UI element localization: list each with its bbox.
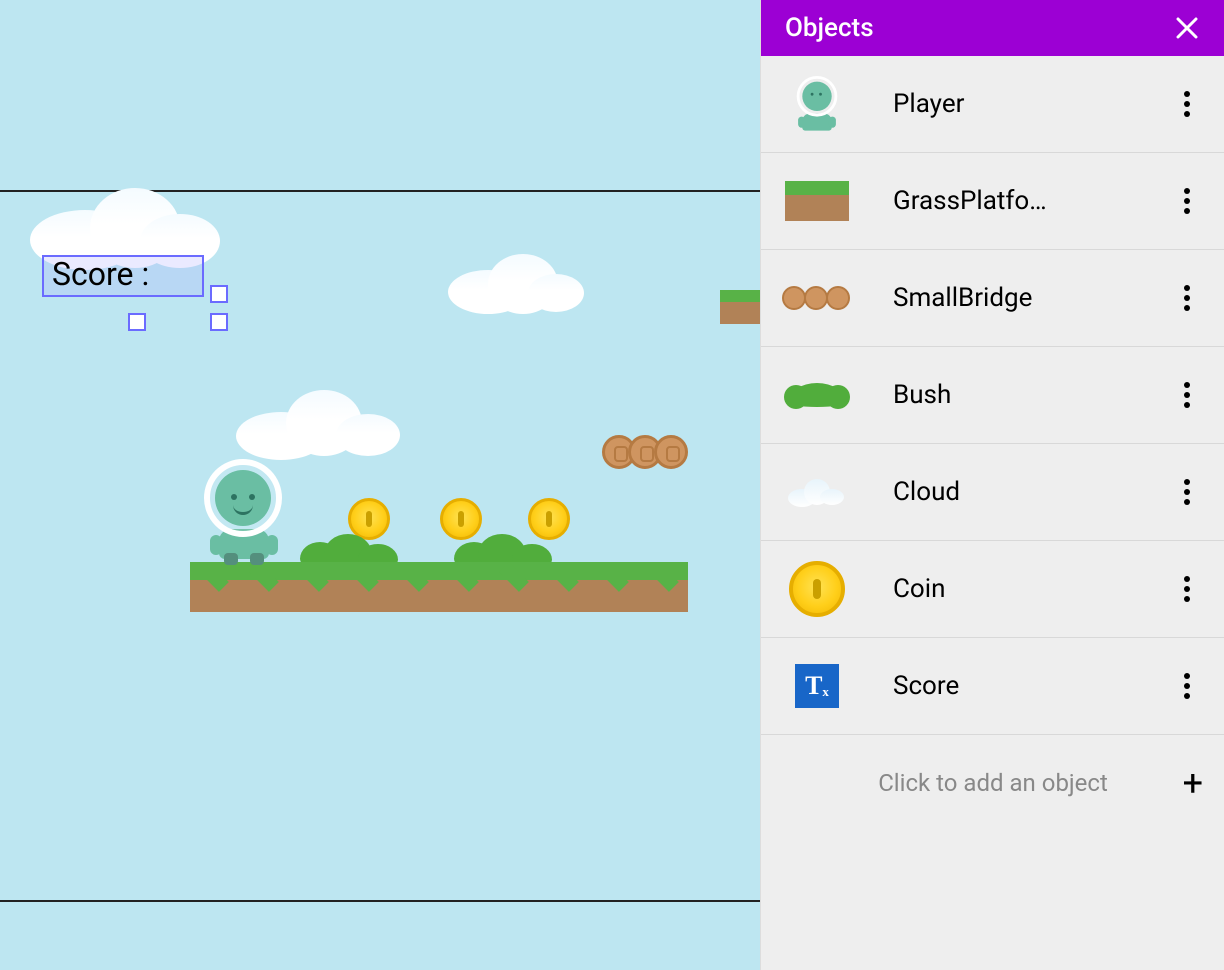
cloud[interactable]: [236, 386, 406, 466]
object-row-smallbridge[interactable]: SmallBridge: [761, 250, 1224, 347]
camera-frame-bottom: [0, 900, 760, 902]
kebab-menu-icon[interactable]: [1167, 375, 1207, 415]
grass-platform-icon: [781, 165, 853, 237]
object-label: Cloud: [893, 477, 1167, 507]
player[interactable]: [204, 459, 294, 563]
score-label: Score :: [52, 255, 149, 293]
small-bridge-icon: [781, 262, 853, 334]
object-label: GrassPlatfo…: [893, 186, 1167, 216]
object-row-cloud[interactable]: Cloud: [761, 444, 1224, 541]
text-object-icon: Tx: [781, 650, 853, 722]
add-object-label: Click to add an object: [878, 769, 1108, 797]
resize-handle[interactable]: [210, 313, 228, 331]
coin-icon: [781, 553, 853, 625]
plus-icon: +: [1183, 762, 1203, 804]
object-label: SmallBridge: [893, 283, 1167, 313]
add-object-button[interactable]: Click to add an object +: [761, 735, 1224, 831]
cloud-icon: [781, 456, 853, 528]
panel-title: Objects: [785, 13, 874, 43]
kebab-menu-icon[interactable]: [1167, 472, 1207, 512]
object-row-grassplatform[interactable]: GrassPlatfo…: [761, 153, 1224, 250]
coin[interactable]: [528, 498, 570, 540]
object-label: Score: [893, 671, 1167, 701]
panel-header: Objects: [761, 0, 1224, 56]
kebab-menu-icon[interactable]: [1167, 569, 1207, 609]
object-label: Coin: [893, 574, 1167, 604]
coin[interactable]: [440, 498, 482, 540]
grass-platform[interactable]: [720, 290, 760, 324]
kebab-menu-icon[interactable]: [1167, 278, 1207, 318]
object-row-score[interactable]: Tx Score: [761, 638, 1224, 735]
object-row-coin[interactable]: Coin: [761, 541, 1224, 638]
kebab-menu-icon[interactable]: [1167, 666, 1207, 706]
kebab-menu-icon[interactable]: [1167, 181, 1207, 221]
score-text-object[interactable]: Score :: [42, 255, 200, 307]
object-label: Bush: [893, 380, 1167, 410]
kebab-menu-icon[interactable]: [1167, 84, 1207, 124]
resize-handle[interactable]: [210, 285, 228, 303]
scene-canvas[interactable]: Score :: [0, 0, 760, 970]
objects-panel: Objects Player GrassPlatfo…: [760, 0, 1224, 970]
object-row-bush[interactable]: Bush: [761, 347, 1224, 444]
coin[interactable]: [348, 498, 390, 540]
object-label: Player: [893, 89, 1167, 119]
cloud[interactable]: [448, 250, 598, 320]
grass-platform[interactable]: [190, 562, 688, 612]
object-row-player[interactable]: Player: [761, 56, 1224, 153]
close-icon[interactable]: [1173, 14, 1201, 42]
resize-handle[interactable]: [128, 313, 146, 331]
player-icon: [781, 68, 853, 140]
bush-icon: [781, 359, 853, 431]
